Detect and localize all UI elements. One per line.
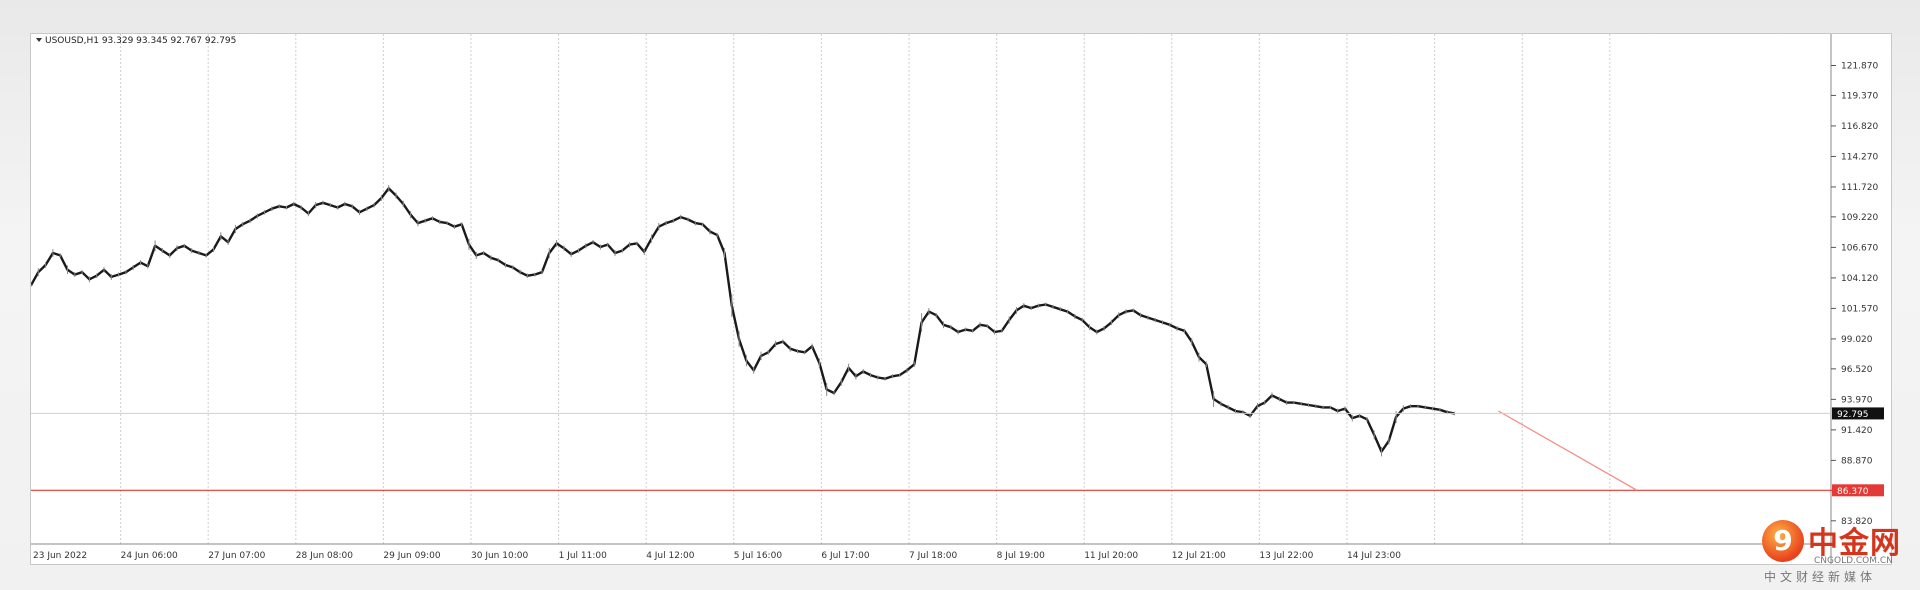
price-series <box>31 185 1455 457</box>
vertical-grid <box>120 34 1611 544</box>
y-tick-label: 104.120 <box>1841 274 1878 284</box>
time-axis: 23 Jun 2022 24 Jun 06:00 27 Jun 07:00 28 Ju… <box>33 551 1401 561</box>
symbol-label: USOUSD,H1 93.329 93.345 92.767 92.795 <box>45 36 236 46</box>
current-price-label: 92.795 <box>1837 410 1869 420</box>
y-tick-label: 116.820 <box>1841 122 1878 132</box>
logo-mark-icon: 9 <box>1762 520 1804 562</box>
y-tick-label: 93.970 <box>1841 395 1873 405</box>
y-tick-label: 91.420 <box>1841 426 1873 436</box>
y-tick-label: 119.370 <box>1841 91 1878 101</box>
x-tick-label: 4 Jul 12:00 <box>646 551 695 561</box>
price-chart[interactable]: 121.870 119.370 116.820 114.270 111.720 109.2… <box>31 34 1891 564</box>
price-axis: 121.870 119.370 116.820 114.270 111.720 109.2… <box>1831 62 1878 527</box>
price-line <box>31 187 1455 453</box>
x-tick-label: 6 Jul 17:00 <box>821 551 870 561</box>
price-markers: 92.795 86.370 <box>31 407 1884 497</box>
support-level <box>31 410 1831 491</box>
y-tick-label: 99.020 <box>1841 335 1873 345</box>
y-tick-label: 101.570 <box>1841 304 1878 314</box>
y-tick-label: 114.270 <box>1841 152 1878 162</box>
support-price-label: 86.370 <box>1837 487 1869 497</box>
x-tick-label: 7 Jul 18:00 <box>909 551 958 561</box>
chart-panel: 121.870 119.370 116.820 114.270 111.720 109.2… <box>30 33 1892 565</box>
x-tick-label: 12 Jul 21:00 <box>1172 551 1226 561</box>
x-tick-label: 27 Jun 07:00 <box>208 551 265 561</box>
y-tick-label: 121.870 <box>1841 62 1878 72</box>
y-tick-label: 96.520 <box>1841 365 1873 375</box>
x-tick-label: 30 Jun 10:00 <box>471 551 528 561</box>
y-tick-label: 106.670 <box>1841 243 1878 253</box>
x-tick-label: 23 Jun 2022 <box>33 551 87 561</box>
y-tick-label: 109.220 <box>1841 213 1878 223</box>
x-tick-label: 1 Jul 11:00 <box>559 551 608 561</box>
logo-domain: CNGOLD.COM.CN <box>1814 556 1893 566</box>
x-tick-label: 11 Jul 20:00 <box>1084 551 1138 561</box>
x-tick-label: 14 Jul 23:00 <box>1347 551 1401 561</box>
x-tick-label: 28 Jun 08:00 <box>296 551 353 561</box>
dropdown-triangle-icon[interactable] <box>36 38 42 42</box>
watermark-logo: 9 中金网 CNGOLD.COM.CN 中文财经新媒体 <box>1762 518 1912 584</box>
x-tick-label: 24 Jun 06:00 <box>121 551 178 561</box>
y-tick-label: 88.870 <box>1841 456 1873 466</box>
logo-tagline: 中文财经新媒体 <box>1764 570 1877 584</box>
x-tick-label: 29 Jun 09:00 <box>383 551 440 561</box>
y-tick-label: 111.720 <box>1841 183 1878 193</box>
x-tick-label: 5 Jul 16:00 <box>734 551 783 561</box>
x-tick-label: 13 Jul 22:00 <box>1259 551 1313 561</box>
x-tick-label: 8 Jul 19:00 <box>997 551 1046 561</box>
projection-line <box>1498 410 1638 491</box>
